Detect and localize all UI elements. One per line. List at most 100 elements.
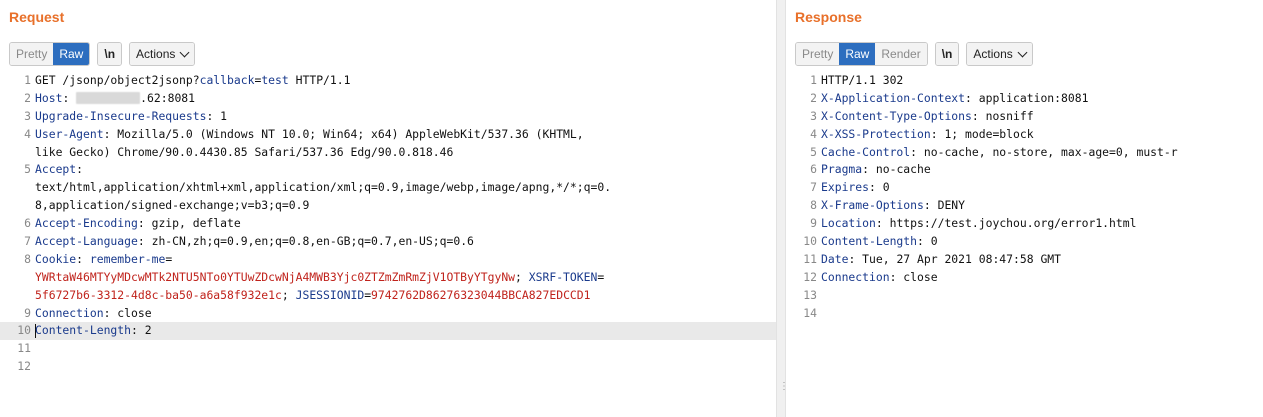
code-token: : no-cache, no-store, max-age=0, must-r [910,144,1178,159]
code-line[interactable]: text/html,application/xhtml+xml,applicat… [0,179,776,197]
line-text: Content-Length: 2 [35,322,776,340]
line-text: Connection: close [35,305,776,323]
code-token: : Tue, 27 Apr 2021 08:47:58 GMT [848,251,1062,266]
line-text: Location: https://test.joychou.org/error… [821,215,1263,233]
line-number: 8 [810,198,817,213]
header-key: Connection [35,305,104,320]
code-line[interactable]: 8 X-Frame-Options: DENY [786,197,1263,215]
line-number: 1 [24,73,31,87]
code-line[interactable]: 5 Accept: [0,161,776,179]
code-line[interactable]: 13 [786,287,1263,305]
response-raw-tab[interactable]: Raw [839,43,876,65]
code-line[interactable]: 2 X-Application-Context: application:8081 [786,90,1263,108]
response-render-tab[interactable]: Render [875,43,927,65]
code-line[interactable]: 4 User-Agent: Mozilla/5.0 (Windows NT 10.… [0,126,776,144]
code-token: : 2 [131,323,152,338]
code-token: : [76,162,84,177]
line-number: 10 [803,234,817,249]
code-token: GET /jsonp/object2jsonp? [35,73,200,87]
line-text: Accept-Encoding: gzip, deflate [35,215,776,233]
header-key: X-Content-Type-Options [821,108,972,123]
header-key: remember-me [89,251,166,266]
code-line[interactable]: 8 Cookie: remember-me= [0,251,776,269]
response-actions-button[interactable]: Actions [967,43,1032,65]
request-raw-tab[interactable]: Raw [53,43,90,65]
header-key: XSRF-TOKEN [528,269,598,284]
request-title: Request [9,9,65,25]
line-text: Date: Tue, 27 Apr 2021 08:47:58 GMT [821,251,1263,269]
request-actions-button[interactable]: Actions [130,43,195,65]
code-token: : https://test.joychou.org/error1.html [875,216,1137,231]
cookie-value: 5f6727b6-3312-4d8c-ba50-a6a58f932e1c [35,287,282,302]
code-line[interactable]: 7 Expires: 0 [786,179,1263,197]
request-newline-toggle: \n [97,42,123,66]
response-newline-button[interactable]: \n [935,43,959,65]
request-editor[interactable]: 1 GET /jsonp/object2jsonp?callback=test H… [0,72,776,376]
code-line[interactable]: 8,application/signed-exchange;v=b3;q=0.9 [0,197,776,215]
cookie-value: 9742762D86276323044BBCA827EDCCD1 [371,287,591,302]
code-line[interactable]: YWRtaW46MTYyMDcwMTk2NTU5NTo0YTUwZDcwNjA4… [0,269,776,287]
line-text: 8,application/signed-exchange;v=b3;q=0.9 [35,197,776,215]
code-token: : [62,90,77,105]
code-line[interactable]: 11 [0,340,776,358]
code-line[interactable]: 1 GET /jsonp/object2jsonp?callback=test H… [0,72,776,90]
chevron-down-icon [179,47,190,58]
code-line[interactable]: 9 Connection: close [0,305,776,323]
code-line[interactable]: 4 X-XSS-Protection: 1; mode=block [786,126,1263,144]
code-token: : [76,251,90,266]
code-line[interactable]: 11 Date: Tue, 27 Apr 2021 08:47:58 GMT [786,251,1263,269]
line-number: 3 [24,108,31,123]
line-text: Cookie: remember-me= [35,251,776,269]
code-token: = [165,251,173,266]
header-key: Host [35,90,63,105]
response-actions-menu[interactable]: Actions [966,42,1033,66]
cookie-value: YWRtaW46MTYyMDcwMTk2NTU5NTo0YTUwZDcwNjA4… [35,269,516,284]
code-line[interactable]: 2 Host: redacted.62:8081 [0,90,776,108]
code-line[interactable]: 10 Content-Length: 2 [0,322,776,341]
code-line[interactable]: 5 Cache-Control: no-cache, no-store, max-… [786,144,1263,162]
response-toolbar: Pretty Raw Render \n Actions [795,42,1040,66]
request-actions-menu[interactable]: Actions [129,42,196,66]
chevron-down-icon [1017,47,1028,58]
code-line[interactable]: 10 Content-Length: 0 [786,233,1263,251]
request-newline-button[interactable]: \n [98,43,122,65]
code-token: : no-cache [862,162,931,177]
response-pretty-tab[interactable]: Pretty [796,43,840,65]
code-token: : 1 [206,108,228,123]
code-line[interactable]: 12 Connection: close [786,269,1263,287]
response-title: Response [795,9,862,25]
code-token: : zh-CN,zh;q=0.9,en;q=0.8,en-GB;q=0.7,en… [137,234,474,249]
code-line[interactable]: 1 HTTP/1.1 302 [786,72,1263,90]
code-line[interactable]: 6 Accept-Encoding: gzip, deflate [0,215,776,233]
code-token: : close [103,305,152,320]
header-key: Connection [821,269,890,284]
request-toolbar: Pretty Raw \n Actions [9,42,202,66]
line-number: 7 [24,234,31,249]
code-line[interactable]: 5f6727b6-3312-4d8c-ba50-a6a58f932e1c; JS… [0,287,776,305]
code-line[interactable]: 14 [786,305,1263,323]
code-line[interactable]: 3 X-Content-Type-Options: nosniff [786,108,1263,126]
response-editor[interactable]: 1 HTTP/1.1 302 2 X-Application-Context: app… [786,72,1263,322]
line-number: 4 [24,126,31,141]
line-text: YWRtaW46MTYyMDcwMTk2NTU5NTo0YTUwZDcwNjA4… [35,269,776,287]
code-line[interactable]: 3 Upgrade-Insecure-Requests: 1 [0,108,776,126]
line-number: 3 [810,108,817,123]
line-number: 8 [24,251,31,266]
line-text: Expires: 0 [821,179,1263,197]
code-line[interactable]: 9 Location: https://test.joychou.org/erro… [786,215,1263,233]
code-token: like Gecko) Chrome/90.0.4430.85 Safari/5… [35,144,454,159]
line-text: Cache-Control: no-cache, no-store, max-a… [821,144,1263,162]
code-line[interactable]: 6 Pragma: no-cache [786,161,1263,179]
drag-handle-icon[interactable]: ⋮ [779,382,789,392]
pane-splitter[interactable]: ⋮ [776,0,789,417]
line-text [35,358,776,376]
code-line[interactable]: 7 Accept-Language: zh-CN,zh;q=0.9,en;q=0.… [0,233,776,251]
code-token: : close [889,269,938,284]
code-line[interactable]: 12 [0,358,776,376]
header-key: Content-Length [821,234,918,249]
request-pretty-tab[interactable]: Pretty [10,43,54,65]
code-token: ; [515,269,529,284]
code-token: : DENY [923,198,966,213]
code-line[interactable]: like Gecko) Chrome/90.0.4430.85 Safari/5… [0,144,776,162]
line-text: 5f6727b6-3312-4d8c-ba50-a6a58f932e1c; JS… [35,287,776,305]
